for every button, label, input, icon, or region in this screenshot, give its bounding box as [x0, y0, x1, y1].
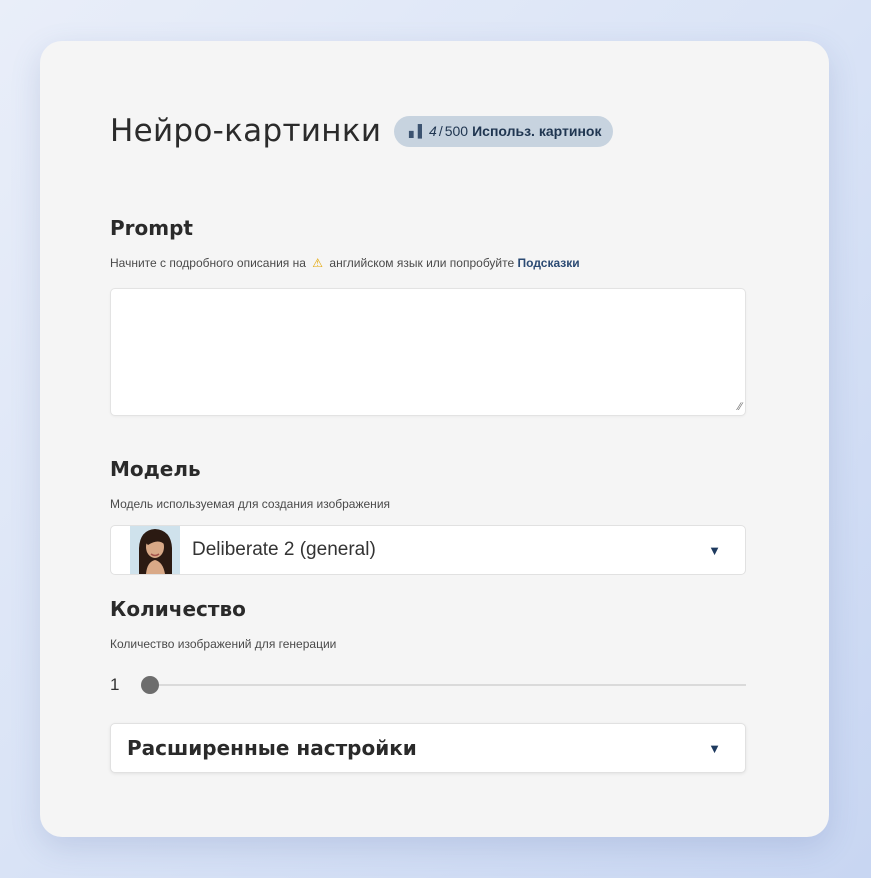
usage-separator: / — [438, 123, 443, 139]
main-card: Нейро-картинки ▗▐ 4 / 500 Использ. карти… — [40, 41, 829, 837]
prompt-textarea[interactable] — [111, 289, 745, 415]
model-portrait-image — [130, 526, 180, 574]
usage-used: 4 — [429, 123, 437, 139]
header-row: Нейро-картинки ▗▐ 4 / 500 Использ. карти… — [110, 113, 614, 149]
page-title: Нейро-картинки — [110, 113, 382, 149]
prompt-hint: Начните с подробного описания на ⚠ англи… — [110, 256, 580, 270]
hints-link[interactable]: Подсказки — [518, 256, 580, 270]
prompt-title: Prompt — [110, 216, 193, 240]
model-hint: Модель используемая для создания изображ… — [110, 497, 391, 511]
chevron-down-icon[interactable]: ▼ — [708, 741, 721, 756]
prompt-hint-middle: английском язык или попробуйте — [329, 256, 515, 270]
usage-badge: ▗▐ 4 / 500 Использ. картинок — [394, 115, 614, 147]
quantity-hint: Количество изображений для генерации — [110, 637, 337, 651]
usage-total: 500 — [444, 123, 469, 139]
advanced-settings-toggle[interactable]: Расширенные настройки ▼ — [110, 723, 746, 773]
usage-label: Использ. картинок — [472, 123, 602, 139]
model-selected-value: Deliberate 2 (general) — [192, 539, 376, 560]
quantity-slider-thumb[interactable] — [141, 676, 159, 694]
quantity-value: 1 — [110, 675, 120, 694]
bar-chart-icon: ▗▐ — [404, 124, 423, 138]
model-select[interactable]: Deliberate 2 (general) ▼ — [110, 525, 746, 575]
prompt-hint-prefix: Начните с подробного описания на — [110, 256, 306, 270]
model-thumbnail — [130, 526, 180, 574]
chevron-down-icon[interactable]: ▼ — [708, 543, 721, 558]
quantity-title: Количество — [110, 597, 246, 621]
warning-icon: ⚠ — [312, 256, 324, 270]
resize-handle-icon[interactable]: ∕∕ — [738, 402, 742, 413]
quantity-slider-track[interactable] — [144, 684, 746, 686]
advanced-settings-label: Расширенные настройки — [127, 736, 417, 760]
model-title: Модель — [110, 457, 201, 481]
prompt-field[interactable]: ∕∕ — [110, 288, 746, 416]
